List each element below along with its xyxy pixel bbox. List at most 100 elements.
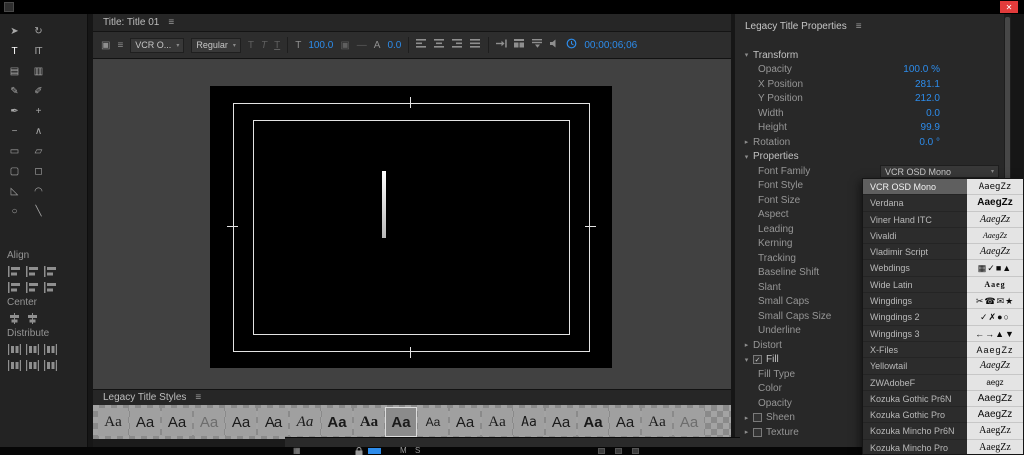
selection-tool[interactable]: ➤ — [6, 22, 22, 42]
font-option-name[interactable]: Wingdings 3 — [863, 326, 967, 342]
ellipse-tool[interactable]: ○ — [6, 202, 22, 222]
chevron-right-icon[interactable]: ▸ — [742, 341, 751, 349]
distribute-vertical-bottom-icon[interactable] — [44, 358, 57, 369]
audio-icon[interactable] — [550, 39, 559, 51]
font-option[interactable]: Vivaldi AaegZz — [863, 228, 1023, 244]
distribute-horizontal-left-icon[interactable] — [8, 342, 21, 353]
style-swatch[interactable]: Aa — [674, 408, 704, 436]
mute-button[interactable]: M — [400, 447, 407, 455]
style-swatch[interactable]: Aa — [194, 408, 224, 436]
font-option-name[interactable]: Verdana — [863, 195, 967, 211]
properties-panel-menu-icon[interactable]: ≡ — [856, 14, 862, 40]
align-vertical-center-icon[interactable] — [8, 280, 21, 291]
toolbar-menu-icon[interactable]: ≡ — [117, 40, 123, 51]
distribute-vertical-center-icon[interactable] — [8, 358, 21, 369]
font-option[interactable]: VCR OSD Mono AaegZz — [863, 179, 1023, 195]
properties-toggle-icon[interactable]: ▣ — [101, 40, 110, 51]
style-swatch[interactable]: Aa — [258, 408, 288, 436]
solo-button[interactable]: S — [415, 447, 420, 455]
align-vertical-bottom-icon[interactable] — [44, 280, 57, 291]
font-option[interactable]: Wingdings 2 ✓✗●○ — [863, 309, 1023, 325]
font-option[interactable]: Kozuka Mincho Pr6N AaegZz — [863, 423, 1023, 439]
font-option[interactable]: Wingdings 3 ←→▲▼ — [863, 326, 1023, 342]
font-option-name[interactable]: Yellowtail — [863, 358, 967, 374]
font-option-name[interactable]: Wingdings — [863, 293, 967, 309]
align-right-icon[interactable] — [452, 39, 463, 51]
fill-checkbox[interactable]: ✓ — [753, 355, 762, 364]
font-option-name[interactable]: Kozuka Mincho Pr6N — [863, 423, 967, 439]
font-size-value[interactable]: 100.0 — [308, 40, 333, 51]
font-option[interactable]: Kozuka Mincho Pro AaegZz — [863, 440, 1023, 455]
font-family-toolbar-select[interactable]: VCR O... ▾ — [130, 38, 184, 53]
convert-anchor-point-tool[interactable]: ∧ — [30, 122, 46, 142]
vertical-path-type-tool[interactable]: ✐ — [30, 82, 46, 102]
add-anchor-point-tool[interactable]: + — [30, 102, 46, 122]
tracking-value[interactable]: 0.0 — [387, 40, 401, 51]
style-swatch[interactable]: Aa — [482, 408, 512, 436]
title-tab[interactable]: Title: Title 01 — [103, 14, 159, 31]
font-option-name[interactable]: Kozuka Mincho Pro — [863, 440, 967, 455]
sheen-checkbox[interactable] — [753, 413, 762, 422]
roll-crawl-options-icon[interactable] — [532, 39, 543, 51]
panel-menu-icon[interactable]: ≡ — [168, 14, 174, 31]
type-tool[interactable]: T — [6, 42, 22, 62]
style-swatch[interactable]: Aa — [130, 408, 160, 436]
font-option-name[interactable]: Kozuka Gothic Pro — [863, 407, 967, 423]
bold-icon[interactable]: T — [248, 40, 254, 51]
chevron-right-icon[interactable]: ▸ — [742, 138, 751, 146]
title-canvas[interactable] — [93, 59, 731, 389]
font-option[interactable]: Kozuka Gothic Pr6N AaegZz — [863, 391, 1023, 407]
center-vertical-icon[interactable] — [26, 311, 39, 322]
style-swatch[interactable]: Aa — [578, 408, 608, 436]
chevron-right-icon[interactable]: ▸ — [742, 428, 751, 436]
texture-checkbox[interactable] — [753, 428, 762, 437]
style-swatch[interactable]: Aa — [514, 408, 544, 436]
align-justify-icon[interactable] — [470, 39, 481, 51]
style-swatch[interactable]: Aa — [450, 408, 480, 436]
style-swatch[interactable]: Aa — [418, 408, 448, 436]
rounded-corner-rectangle-tool[interactable]: ▢ — [6, 162, 22, 182]
text-cursor-bar[interactable] — [382, 171, 386, 238]
font-option[interactable]: X-Files AaegZz — [863, 342, 1023, 358]
align-horizontal-right-icon[interactable] — [26, 280, 39, 291]
font-option[interactable]: Viner Hand ITC AaegZz — [863, 212, 1023, 228]
style-swatch[interactable]: Aa — [290, 408, 320, 436]
center-horizontal-icon[interactable] — [8, 311, 21, 322]
rectangle-tool[interactable]: ▭ — [6, 142, 22, 162]
chevron-down-icon[interactable]: ▾ — [742, 356, 751, 364]
grid-icon[interactable]: ▦ — [293, 447, 301, 455]
font-option-name[interactable]: ZWAdobeF — [863, 375, 967, 391]
timeline-tool-icon[interactable] — [615, 448, 622, 454]
font-option-name[interactable]: Vladimir Script — [863, 244, 967, 260]
line-tool[interactable]: ╲ — [30, 202, 46, 222]
align-vertical-top-icon[interactable] — [26, 264, 39, 275]
delete-anchor-point-tool[interactable]: − — [6, 122, 22, 142]
font-option[interactable]: Webdings ▦✓■▲ — [863, 260, 1023, 276]
distribute-horizontal-right-icon[interactable] — [26, 358, 39, 369]
style-swatch[interactable]: Aa — [322, 408, 352, 436]
video-stage[interactable] — [210, 86, 612, 368]
property-value[interactable]: 281.1 — [850, 79, 940, 90]
font-option[interactable]: Wingdings ✂☎✉★ — [863, 293, 1023, 309]
tab-stops-icon[interactable] — [496, 39, 507, 51]
font-option[interactable]: Wide Latin Aaeg — [863, 277, 1023, 293]
chevron-down-icon[interactable]: ▾ — [742, 51, 751, 59]
templates-icon[interactable] — [514, 39, 525, 51]
distribute-vertical-top-icon[interactable] — [26, 342, 39, 353]
property-value[interactable]: 0.0 — [850, 108, 940, 119]
timeline-tool-icon[interactable] — [598, 448, 605, 454]
distribute-horizontal-center-icon[interactable] — [44, 342, 57, 353]
pen-tool[interactable]: ✒ — [6, 102, 22, 122]
clipped-corner-rectangle-tool[interactable]: ▱ — [30, 142, 46, 162]
wedge-tool[interactable]: ◺ — [6, 182, 22, 202]
align-horizontal-center-icon[interactable] — [44, 264, 57, 275]
font-option-name[interactable]: Wide Latin — [863, 277, 967, 293]
window-close-button[interactable]: ✕ — [1000, 1, 1018, 13]
font-option[interactable]: Kozuka Gothic Pro AaegZz — [863, 407, 1023, 423]
timeline-tool-icon[interactable] — [632, 448, 639, 454]
align-horizontal-left-icon[interactable] — [8, 264, 21, 275]
align-center-icon[interactable] — [434, 39, 445, 51]
style-swatch[interactable]: Aa — [642, 408, 672, 436]
underline-icon[interactable]: T — [274, 40, 280, 51]
vertical-type-tool[interactable]: IT — [30, 42, 46, 62]
